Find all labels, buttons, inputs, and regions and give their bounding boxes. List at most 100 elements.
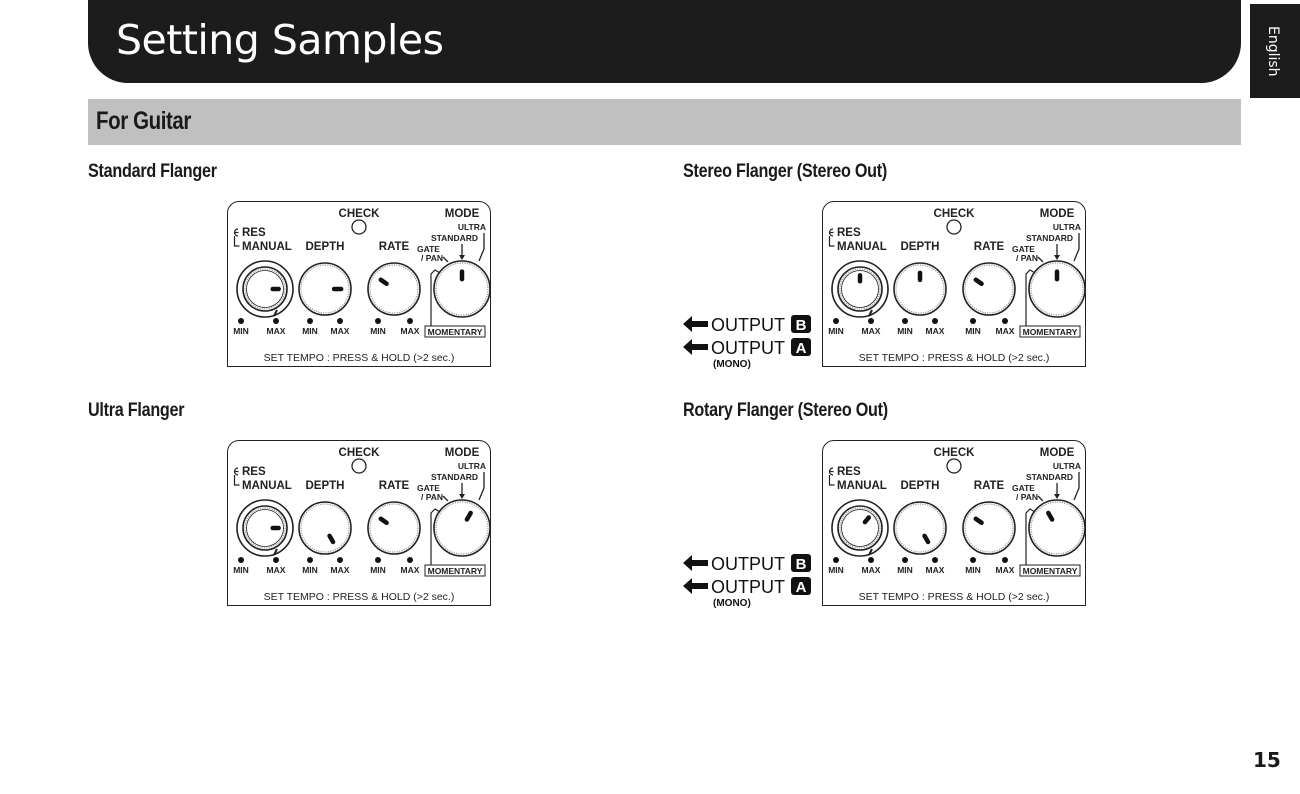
rate-knob[interactable] bbox=[367, 262, 421, 316]
mode-standard-label: STANDARD bbox=[1026, 472, 1073, 482]
sample-title-rotary: Rotary Flanger (Stereo Out) bbox=[683, 400, 888, 421]
max-label: MAX bbox=[996, 326, 1015, 336]
manual-res-knob[interactable] bbox=[236, 499, 294, 557]
mode-label: MODE bbox=[1040, 208, 1075, 220]
set-tempo-label: SET TEMPO : PRESS & HOLD (>2 sec.) bbox=[264, 352, 455, 364]
output-a-arrow-icon bbox=[683, 578, 708, 594]
rate-knob[interactable] bbox=[962, 262, 1016, 316]
max-label: MAX bbox=[401, 565, 420, 575]
max-dot bbox=[868, 318, 874, 324]
mode-knob-body bbox=[433, 499, 491, 557]
language-tab[interactable]: English bbox=[1250, 4, 1300, 98]
max-dot bbox=[337, 557, 343, 563]
mode-ultra-label: ULTRA bbox=[1053, 222, 1081, 232]
rate-knob[interactable] bbox=[367, 501, 421, 555]
set-tempo-label: SET TEMPO : PRESS & HOLD (>2 sec.) bbox=[859, 352, 1050, 364]
rate-knob-body bbox=[367, 501, 421, 555]
min-dot bbox=[238, 557, 244, 563]
gate-pan-arrow-icon bbox=[1037, 256, 1044, 263]
max-dot bbox=[407, 557, 413, 563]
rate-label: RATE bbox=[379, 241, 410, 253]
momentary-label: MOMENTARY bbox=[428, 566, 483, 576]
mode-ultra-label: ULTRA bbox=[458, 222, 486, 232]
section-title: For Guitar bbox=[96, 107, 191, 135]
max-dot bbox=[868, 557, 874, 563]
section-header: For Guitar bbox=[88, 99, 1241, 145]
panel-ultra-flanger: CHECK MODE ULTRA STANDARD GATE / PAN RES MANUAL… bbox=[227, 440, 491, 606]
rate-label: RATE bbox=[379, 480, 410, 492]
min-label: MIN bbox=[828, 565, 844, 575]
panel-rotary-flanger: CHECK MODE ULTRA STANDARD GATE / PAN RES MANUAL… bbox=[822, 440, 1086, 606]
depth-knob-pointer bbox=[922, 533, 931, 545]
output-b-arrow-icon bbox=[683, 316, 708, 332]
res-label: RES bbox=[837, 227, 861, 239]
min-dot bbox=[970, 557, 976, 563]
rate-knob-body bbox=[962, 262, 1016, 316]
manual-res-knob[interactable] bbox=[831, 499, 889, 557]
outputs-rotary: OUTPUT B OUTPUT A (MONO) bbox=[680, 551, 820, 611]
min-label: MIN bbox=[965, 565, 981, 575]
manual-label: MANUAL bbox=[242, 241, 292, 253]
mode-standard-label: STANDARD bbox=[431, 472, 478, 482]
max-label: MAX bbox=[862, 326, 881, 336]
outputs-stereo: OUTPUT B OUTPUT A (MONO) bbox=[680, 312, 820, 372]
rate-knob[interactable] bbox=[962, 501, 1016, 555]
min-dot bbox=[307, 318, 313, 324]
mode-pan-label: / PAN bbox=[1016, 253, 1038, 263]
depth-knob[interactable] bbox=[893, 501, 947, 555]
mode-label: MODE bbox=[1040, 447, 1075, 459]
mode-pan-label: / PAN bbox=[421, 253, 443, 263]
depth-knob-pointer bbox=[327, 533, 336, 545]
set-tempo-label: SET TEMPO : PRESS & HOLD (>2 sec.) bbox=[859, 591, 1050, 603]
momentary-label: MOMENTARY bbox=[1023, 327, 1078, 337]
max-dot bbox=[932, 557, 938, 563]
min-label: MIN bbox=[233, 326, 249, 336]
min-dot bbox=[902, 557, 908, 563]
depth-label: DEPTH bbox=[306, 480, 345, 492]
res-bracket-icon bbox=[828, 467, 835, 486]
manual-label: MANUAL bbox=[837, 480, 887, 492]
res-label: RES bbox=[242, 466, 266, 478]
depth-knob[interactable] bbox=[893, 262, 947, 316]
min-dot bbox=[833, 318, 839, 324]
min-label: MIN bbox=[302, 565, 318, 575]
ultra-arrow-icon bbox=[1073, 472, 1080, 501]
res-bracket-icon bbox=[233, 228, 240, 247]
max-label: MAX bbox=[331, 565, 350, 575]
max-label: MAX bbox=[331, 326, 350, 336]
title-bar: Setting Samples bbox=[88, 0, 1241, 83]
output-a-arrow-icon bbox=[683, 339, 708, 355]
depth-knob[interactable] bbox=[298, 501, 352, 555]
depth-label: DEPTH bbox=[901, 480, 940, 492]
mode-knob[interactable] bbox=[433, 260, 491, 318]
depth-knob[interactable] bbox=[298, 262, 352, 316]
manual-res-knob[interactable] bbox=[831, 260, 889, 318]
momentary-label: MOMENTARY bbox=[1023, 566, 1078, 576]
max-dot bbox=[337, 318, 343, 324]
min-dot bbox=[238, 318, 244, 324]
min-label: MIN bbox=[302, 326, 318, 336]
mode-pan-label: / PAN bbox=[421, 492, 443, 502]
output-b-arrow-icon bbox=[683, 555, 708, 571]
gate-pan-arrow-icon bbox=[442, 256, 449, 263]
manual-label: MANUAL bbox=[242, 480, 292, 492]
output-b-badge-letter: B bbox=[796, 317, 807, 334]
min-dot bbox=[970, 318, 976, 324]
gate-pan-arrow-icon bbox=[442, 495, 449, 502]
res-bracket-icon bbox=[233, 467, 240, 486]
max-dot bbox=[407, 318, 413, 324]
max-dot bbox=[1002, 557, 1008, 563]
momentary-label: MOMENTARY bbox=[428, 327, 483, 337]
min-dot bbox=[375, 318, 381, 324]
mode-knob[interactable] bbox=[1028, 260, 1086, 318]
min-label: MIN bbox=[370, 326, 386, 336]
check-led bbox=[946, 458, 962, 474]
mode-knob[interactable] bbox=[1028, 499, 1086, 557]
min-label: MIN bbox=[897, 326, 913, 336]
manual-res-knob[interactable] bbox=[236, 260, 294, 318]
mode-label: MODE bbox=[445, 447, 480, 459]
mode-knob[interactable] bbox=[433, 499, 491, 557]
mode-knob-body bbox=[1028, 499, 1086, 557]
max-label: MAX bbox=[926, 326, 945, 336]
ultra-arrow-icon bbox=[1073, 233, 1080, 262]
